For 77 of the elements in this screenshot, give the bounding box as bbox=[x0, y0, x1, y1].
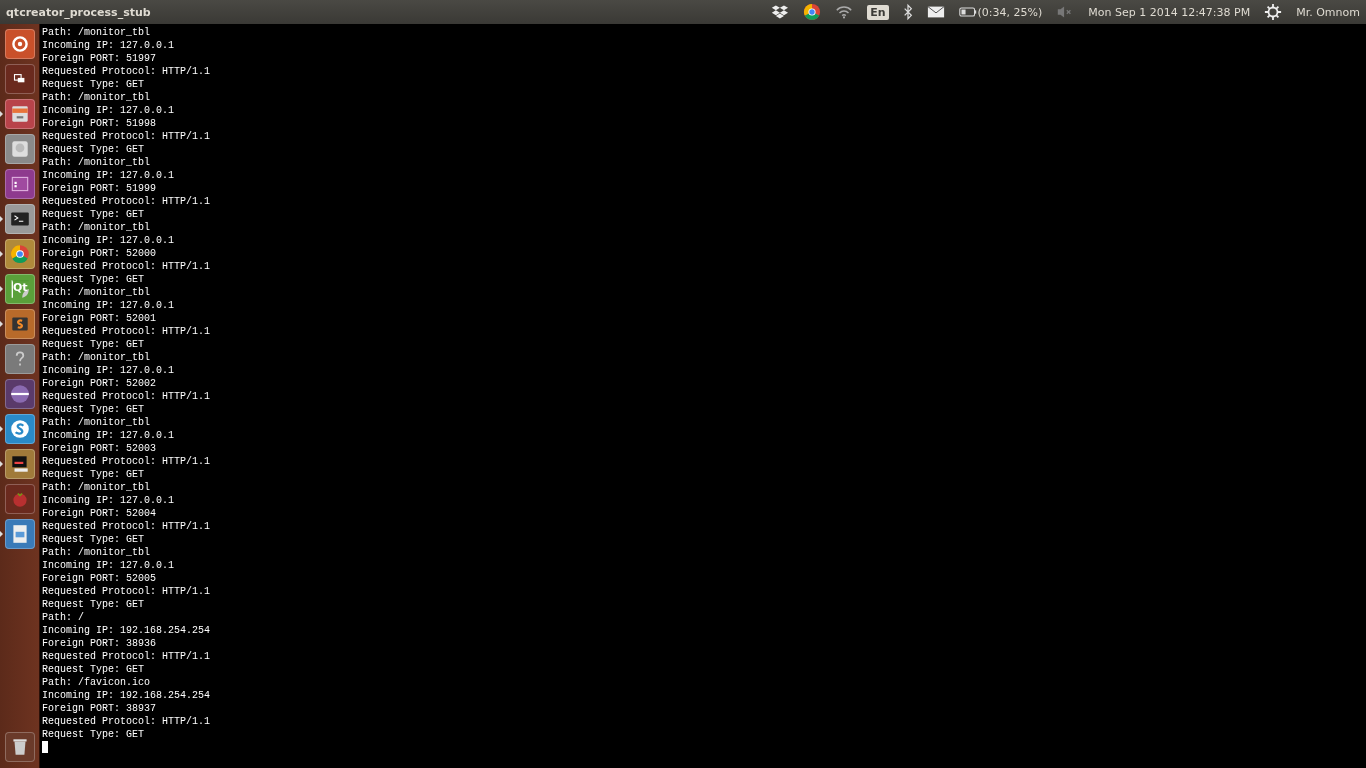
terminal-line: Requested Protocol: HTTP/1.1 bbox=[42, 455, 211, 468]
terminal-line: Requested Protocol: HTTP/1.1 bbox=[42, 650, 211, 663]
keyboard-layout-indicator[interactable]: En bbox=[867, 4, 889, 20]
terminal-line: Incoming IP: 192.168.254.254 bbox=[42, 689, 211, 702]
eclipse-icon bbox=[9, 383, 31, 405]
terminal-line: Request Type: GET bbox=[42, 598, 145, 611]
terminal-line: Request Type: GET bbox=[42, 208, 145, 221]
terminal-line: Path: /monitor_tbl bbox=[42, 416, 151, 429]
terminal-line: Request Type: GET bbox=[42, 468, 145, 481]
terminal-line: Foreign PORT: 52000 bbox=[42, 247, 157, 260]
xterm-icon bbox=[9, 453, 31, 475]
terminal-line: Request Type: GET bbox=[42, 533, 145, 546]
terminal-line: Requested Protocol: HTTP/1.1 bbox=[42, 325, 211, 338]
terminal-line: Request Type: GET bbox=[42, 338, 145, 351]
terminal-line: Foreign PORT: 52002 bbox=[42, 377, 157, 390]
terminal-line: Foreign PORT: 51999 bbox=[42, 182, 157, 195]
trash-button[interactable] bbox=[5, 732, 35, 762]
terminal-line: Incoming IP: 127.0.0.1 bbox=[42, 494, 175, 507]
launcher-button[interactable] bbox=[5, 204, 35, 234]
terminal-line: Incoming IP: 127.0.0.1 bbox=[42, 39, 175, 52]
terminal-line: Foreign PORT: 52004 bbox=[42, 507, 157, 520]
terminal-line: Request Type: GET bbox=[42, 143, 145, 156]
terminal-line: Incoming IP: 127.0.0.1 bbox=[42, 169, 175, 182]
launcher-button[interactable] bbox=[5, 64, 35, 94]
terminal-line: Foreign PORT: 51997 bbox=[42, 52, 157, 65]
terminal-line: Incoming IP: 127.0.0.1 bbox=[42, 559, 175, 572]
window-title: qtcreator_process_stub bbox=[6, 5, 151, 19]
terminal-line: Incoming IP: 127.0.0.1 bbox=[42, 104, 175, 117]
terminal-line: Foreign PORT: 38936 bbox=[42, 637, 157, 650]
terminal-line: Foreign PORT: 52001 bbox=[42, 312, 157, 325]
terminal-line: Foreign PORT: 52003 bbox=[42, 442, 157, 455]
dropbox-icon[interactable] bbox=[771, 3, 790, 21]
terminal-line: Path: / bbox=[42, 611, 84, 624]
terminal-line: Requested Protocol: HTTP/1.1 bbox=[42, 65, 211, 78]
terminal-line: Requested Protocol: HTTP/1.1 bbox=[42, 520, 211, 533]
terminal-line: Path: /monitor_tbl bbox=[42, 481, 151, 494]
terminal-line: Path: /monitor_tbl bbox=[42, 156, 151, 169]
launcher-button[interactable] bbox=[5, 449, 35, 479]
terminal-line: Path: /favicon.ico bbox=[42, 676, 151, 689]
terminal-line: Requested Protocol: HTTP/1.1 bbox=[42, 390, 211, 403]
terminal-line: Request Type: GET bbox=[42, 728, 145, 741]
terminal-line: Incoming IP: 127.0.0.1 bbox=[42, 234, 175, 247]
battery-status: (0:34, 25%) bbox=[977, 5, 1043, 19]
terminal-line: Request Type: GET bbox=[42, 663, 145, 676]
file-cabinet-icon bbox=[9, 103, 31, 125]
terminal-line: Incoming IP: 127.0.0.1 bbox=[42, 429, 175, 442]
terminal-line: Requested Protocol: HTTP/1.1 bbox=[42, 715, 211, 728]
terminal-line: Path: /monitor_tbl bbox=[42, 221, 151, 234]
qt-icon bbox=[9, 278, 31, 300]
terminal-line: Requested Protocol: HTTP/1.1 bbox=[42, 260, 211, 273]
terminal-line: Requested Protocol: HTTP/1.1 bbox=[42, 585, 211, 598]
terminal-line: Path: /monitor_tbl bbox=[42, 286, 151, 299]
terminal-line: Path: /monitor_tbl bbox=[42, 26, 151, 39]
terminal-line: Path: /monitor_tbl bbox=[42, 91, 151, 104]
terminal-line: Path: /monitor_tbl bbox=[42, 546, 151, 559]
terminal-line: Path: /monitor_tbl bbox=[42, 351, 151, 364]
chrome-icon[interactable] bbox=[803, 3, 822, 21]
terminal-line: Requested Protocol: HTTP/1.1 bbox=[42, 130, 211, 143]
terminal-line: Incoming IP: 192.168.254.254 bbox=[42, 624, 211, 637]
terminal-line: Incoming IP: 127.0.0.1 bbox=[42, 364, 175, 377]
skype-icon bbox=[9, 418, 31, 440]
wifi-icon[interactable] bbox=[835, 3, 854, 21]
chrome-icon bbox=[9, 243, 31, 265]
gear-icon[interactable] bbox=[1264, 3, 1283, 21]
terminal-line: Request Type: GET bbox=[42, 273, 145, 286]
user-name[interactable]: Mr. Omnom bbox=[1296, 5, 1360, 19]
terminal-line: Incoming IP: 127.0.0.1 bbox=[42, 299, 175, 312]
terminal-line: Foreign PORT: 52005 bbox=[42, 572, 157, 585]
bluetooth-icon[interactable] bbox=[902, 3, 913, 21]
terminal-line: Foreign PORT: 38937 bbox=[42, 702, 157, 715]
terminal-line: Requested Protocol: HTTP/1.1 bbox=[42, 195, 211, 208]
terminal-line: Request Type: GET bbox=[42, 78, 145, 91]
launcher-button[interactable] bbox=[5, 379, 35, 409]
clock[interactable]: Mon Sep 1 2014 12:47:38 PM bbox=[1088, 5, 1251, 19]
terminal-line: Foreign PORT: 51998 bbox=[42, 117, 157, 130]
terminal-line: Request Type: GET bbox=[42, 403, 145, 416]
ubuntu-logo-icon bbox=[9, 33, 31, 55]
